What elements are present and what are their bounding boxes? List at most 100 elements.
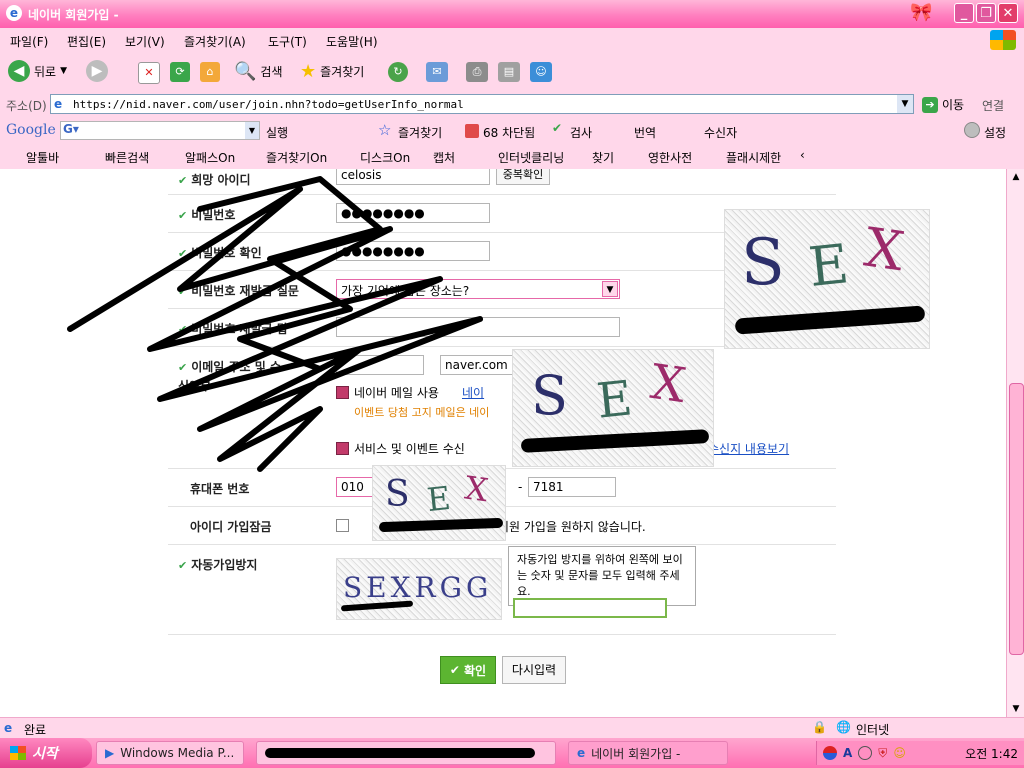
shield-icon[interactable]: ⛨	[878, 746, 887, 761]
scroll-thumb[interactable]	[1009, 383, 1024, 655]
captcha-letter-x: X	[647, 353, 689, 415]
start-button[interactable]: 시작	[0, 738, 92, 768]
captcha-overlay-medium: S E X	[512, 349, 714, 467]
menu-favorites[interactable]: 즐겨찾기(A)	[184, 33, 246, 50]
edit-icon[interactable]: ▤	[498, 62, 520, 82]
address-dropdown-icon[interactable]: ▼	[897, 95, 913, 113]
google-logo: Google	[6, 122, 56, 138]
google-g-icon: G▾	[63, 122, 79, 136]
linkbar-item-favon[interactable]: 즐겨찾기On	[266, 149, 327, 166]
linkbar-more-icon[interactable]: ‹	[800, 148, 805, 162]
select-dropdown-icon[interactable]: ▼	[602, 281, 618, 297]
phone-last-input[interactable]: 7181	[528, 477, 616, 497]
linkbar-item-find[interactable]: 찾기	[592, 149, 614, 166]
captcha-label: ✔ 자동가입방지	[178, 558, 258, 572]
checkmark-icon: ✔	[449, 663, 460, 677]
google-favorites-button[interactable]: 즐겨찾기	[398, 124, 442, 141]
captcha-text: SEXRGG	[343, 571, 493, 604]
menu-edit[interactable]: 편집(E)	[67, 33, 106, 50]
redaction-scribble	[67, 176, 483, 472]
ime-icon[interactable]	[823, 746, 837, 760]
search-button[interactable]: 🔍 검색	[234, 58, 283, 84]
clock-label: 오전 1:42	[965, 746, 1018, 761]
popup-blocked-label[interactable]: 68 차단됨	[483, 124, 535, 141]
phone-dash: -	[518, 480, 523, 494]
captcha-overlay-scribble	[520, 429, 710, 453]
settings-button[interactable]: 설정	[984, 124, 1006, 141]
form-row-captcha: ✔ 자동가입방지 SEXRGG 자동가입 방지를 위하여 왼쪽에 보이는 숫자 및…	[168, 544, 836, 635]
linkbar-item-disk[interactable]: 디스크On	[360, 149, 410, 166]
spellcheck-button[interactable]: 검사	[570, 124, 592, 141]
captcha-input[interactable]	[513, 598, 667, 618]
confirm-button[interactable]: ✔ 확인	[440, 656, 496, 684]
scroll-up-icon[interactable]: ▲	[1008, 169, 1024, 185]
menu-file[interactable]: 파일(F)	[10, 33, 48, 50]
captcha-overlay-large: S E X	[724, 209, 930, 349]
go-arrow-icon: ➔	[922, 96, 938, 113]
translate-button[interactable]: 번역	[634, 124, 656, 141]
links-label[interactable]: 연결	[982, 97, 1004, 114]
captcha-image: SEXRGG	[336, 558, 502, 620]
address-input[interactable]: e https://nid.naver.com/user/join.nhn?to…	[50, 94, 914, 114]
star-icon[interactable]: ☆	[378, 121, 391, 139]
linkbar-item-capture[interactable]: 캡처	[433, 149, 455, 166]
google-search-input[interactable]: G▾ ▼	[60, 121, 260, 140]
font-a-icon[interactable]: A	[843, 746, 852, 760]
service-info-link[interactable]: 수신지 내용보기	[708, 440, 789, 457]
linkbar-item-alpass[interactable]: 알패스On	[185, 149, 235, 166]
home-icon[interactable]: ⌂	[200, 62, 220, 82]
required-check-icon: ✔	[178, 559, 188, 572]
menu-view[interactable]: 보기(V)	[125, 33, 165, 50]
google-dropdown-icon[interactable]: ▼	[245, 122, 259, 139]
linkbar-item-dictionary[interactable]: 영한사전	[648, 149, 692, 166]
address-bar: 주소(D) e https://nid.naver.com/user/join.…	[0, 90, 1024, 119]
id-lock-checkbox[interactable]	[336, 519, 349, 532]
star-icon: ★	[300, 60, 317, 82]
id-lock-label: 아이디 가입잠금	[190, 520, 272, 534]
task-redacted[interactable]	[256, 741, 556, 765]
go-button[interactable]: ➔ 이동	[922, 96, 964, 113]
linkbar-item-quicksearch[interactable]: 빠른검색	[105, 149, 149, 166]
linkbar-item-altoolbar[interactable]: 알툴바	[26, 149, 59, 166]
id-check-button[interactable]: 중복확인	[496, 169, 550, 185]
minimize-button[interactable]: _	[954, 3, 974, 23]
mail-icon[interactable]: ✉	[426, 62, 448, 82]
forward-button[interactable]: ▶	[86, 58, 108, 84]
windows-flag-icon	[10, 746, 26, 760]
magnifier-icon: 🔍	[234, 60, 257, 82]
redaction-bar	[265, 748, 535, 758]
stop-icon[interactable]: ✕	[138, 62, 160, 84]
globe-icon: 🌐	[836, 720, 851, 734]
close-button[interactable]: ✕	[998, 3, 1018, 23]
windows-logo-icon	[990, 30, 1016, 50]
favorites-button[interactable]: ★ 즐겨찾기	[300, 58, 364, 84]
menu-help[interactable]: 도움말(H)	[326, 33, 378, 50]
captcha-overlay-scribble	[378, 517, 504, 533]
messenger-icon[interactable]: ☺	[530, 62, 552, 82]
al-toolbar: 알툴바 빠른검색 알패스On 즐겨찾기On 디스크On 캡처 인터넷클리닝 찾기…	[0, 144, 1024, 170]
menu-tools[interactable]: 도구(T)	[268, 33, 307, 50]
chevron-down-icon: ▼	[60, 66, 68, 76]
back-button[interactable]: ◀ 뒤로 ▼	[8, 58, 67, 84]
vertical-scrollbar[interactable]: ▲ ▼	[1006, 169, 1024, 717]
reset-button[interactable]: 다시입력	[502, 656, 566, 684]
google-run-button[interactable]: 실행	[266, 124, 288, 141]
captcha-letter-s: S	[531, 364, 568, 427]
window-title: 네이버 회원가입 -	[28, 8, 119, 22]
linkbar-item-cleaning[interactable]: 인터넷클리닝	[498, 149, 564, 166]
sendto-button[interactable]: 수신자	[704, 124, 737, 141]
spellcheck-icon: ✔	[552, 121, 563, 135]
scroll-down-icon[interactable]: ▼	[1008, 701, 1024, 717]
captcha-letter-x: X	[860, 215, 908, 284]
task-media-player[interactable]: ▶ Windows Media P...	[96, 741, 244, 765]
tray-circle-icon[interactable]	[858, 746, 873, 760]
history-icon[interactable]: ↻	[388, 62, 408, 82]
google-toolbar: Google G▾ ▼ 실행 ☆ 즐겨찾기 68 차단됨 ✔ 검사 번역 수신자…	[0, 118, 1024, 145]
refresh-icon[interactable]: ⟳	[170, 62, 190, 82]
linkbar-item-flash[interactable]: 플래시제한	[726, 149, 781, 166]
task-naver-signup[interactable]: e 네이버 회원가입 -	[568, 741, 728, 765]
smile-icon[interactable]: ☺	[893, 746, 906, 760]
maximize-button[interactable]: ❐	[976, 3, 996, 23]
menu-bar: 파일(F) 편집(E) 보기(V) 즐겨찾기(A) 도구(T) 도움말(H)	[0, 28, 1024, 53]
print-icon[interactable]: ⎙	[466, 62, 488, 82]
